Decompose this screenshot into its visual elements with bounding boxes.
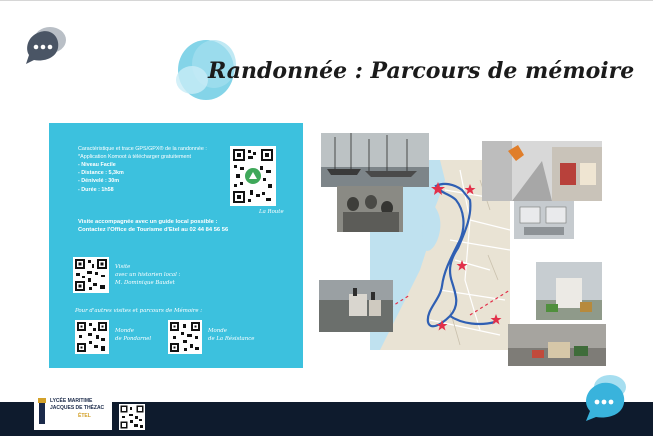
photo-street: [482, 141, 602, 201]
logo-line-2: JACQUES DE THÉZAC: [50, 405, 105, 411]
photo-people: [337, 186, 403, 232]
qr-route-caption: La Route: [259, 209, 284, 215]
chat-bubble-icon: [26, 27, 66, 64]
panel-item: *Application Komoot à télécharger gratui…: [78, 154, 191, 160]
historian-line-1: Visite: [115, 264, 131, 270]
photo-plaques: [514, 201, 574, 239]
panel-item: - Durée : 1h58: [78, 187, 114, 193]
qr-a-line-1: Monde: [115, 328, 134, 334]
school-logo: LYCÉE MARITIME JACQUES DE THÉZAC ÉTEL: [34, 392, 112, 430]
lighthouse-icon: [38, 398, 46, 424]
guide-line-2: Contactez l'Office de Tourisme d'Etel au…: [78, 227, 229, 233]
photo-monument: [536, 262, 602, 320]
qr-b-line-2: de La Résistance: [208, 336, 255, 342]
other-visits-label: Pour d'autres visites et parcours de Mém…: [75, 308, 203, 314]
photo-harbour: [321, 133, 429, 187]
historian-line-2: avec un historien local :: [115, 272, 181, 278]
panel-item: - Distance : 5,3km: [78, 170, 124, 176]
logo-line-3: ÉTEL: [78, 413, 91, 419]
chat-bubble-icon: [586, 375, 626, 421]
logo-line-1: LYCÉE MARITIME: [50, 398, 93, 404]
photo-ground: [508, 324, 606, 366]
info-panel: Caractéristique et trace GPS/GPX® de la …: [49, 123, 303, 368]
qr-code-icon[interactable]: [75, 320, 109, 354]
guide-line-1: Visite accompagnée avec un guide local p…: [78, 219, 218, 225]
qr-code-icon[interactable]: [73, 257, 109, 293]
qr-code-icon[interactable]: [168, 320, 202, 354]
qr-code-icon[interactable]: [230, 146, 276, 206]
qr-code-icon[interactable]: [119, 404, 145, 430]
panel-item: - Niveau Facile: [78, 162, 116, 168]
top-rule: [0, 0, 653, 1]
qr-b-line-1: Monde: [208, 328, 227, 334]
panel-header: Caractéristique et trace GPS/GPX® de la …: [78, 146, 207, 152]
photo-memorial: [319, 280, 393, 332]
slide-title: Randonnée : Parcours de mémoire: [208, 58, 635, 84]
historian-line-3: M. Dominique Baudet: [115, 280, 175, 286]
panel-item: - Dénivelé : 30m: [78, 178, 120, 184]
qr-a-line-2: de Pondarnel: [115, 336, 152, 342]
